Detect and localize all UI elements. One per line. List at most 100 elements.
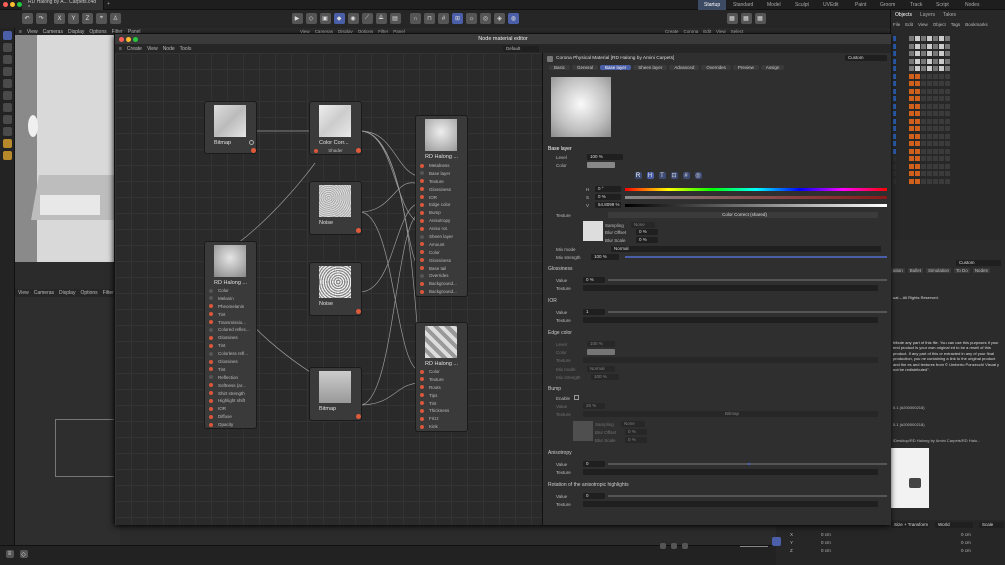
object-tag-icon[interactable] <box>939 36 944 41</box>
node-input-port[interactable]: Edge color <box>416 201 467 209</box>
object-row[interactable] <box>909 163 969 169</box>
preset-dropdown[interactable]: Default <box>503 45 539 52</box>
workspace-model[interactable]: Model <box>767 0 781 10</box>
object-tag-icon[interactable] <box>927 103 932 109</box>
object-tag-icon[interactable] <box>915 178 920 184</box>
node-input-port[interactable]: Sheen layer <box>416 233 467 241</box>
object-tag-icon[interactable] <box>945 96 950 101</box>
shader-port[interactable]: Shader <box>310 147 361 155</box>
object-row[interactable] <box>909 133 969 139</box>
light-icon[interactable]: ☼ <box>466 13 477 24</box>
object-tag-icon[interactable] <box>915 118 920 124</box>
object-tag-icon[interactable] <box>933 81 938 86</box>
object-tag-icon[interactable] <box>933 178 938 184</box>
object-tag-icon[interactable] <box>927 133 932 139</box>
coord-mode-dropdown[interactable]: Size + Transform <box>891 522 929 528</box>
tab-objects[interactable]: Objects <box>891 12 916 18</box>
edge-texture-slot[interactable] <box>583 357 878 363</box>
object-row[interactable] <box>909 156 969 161</box>
object-tag-icon[interactable] <box>939 163 944 169</box>
node-input-port[interactable]: Base layer <box>416 170 467 178</box>
zoom-slider[interactable] <box>740 546 768 547</box>
node-input-port[interactable]: Glossines <box>205 334 256 342</box>
node-input-port[interactable]: Glossiness <box>416 257 467 265</box>
attr-tab-overrides[interactable]: Overrides <box>701 65 731 70</box>
glossiness-texture-slot[interactable] <box>583 285 878 291</box>
snap-icon[interactable]: ⊓ <box>424 13 435 24</box>
object-tag-icon[interactable] <box>945 118 950 124</box>
level-field[interactable]: 100 % <box>587 154 623 160</box>
color-mode-wheel[interactable]: ◎ <box>694 172 702 179</box>
attr-tab-advanced[interactable]: Advanced <box>669 65 700 70</box>
object-tag-icon[interactable] <box>945 126 950 131</box>
workspace-paint[interactable]: Paint <box>855 0 866 10</box>
z-axis-icon[interactable]: Z <box>82 13 93 24</box>
sampling-dropdown[interactable]: None <box>631 222 655 228</box>
object-tag-icon[interactable] <box>921 103 926 109</box>
node-bitmap-2[interactable]: Bitmap <box>309 367 362 421</box>
object-tag-icon[interactable] <box>909 171 914 176</box>
object-tag-icon[interactable] <box>939 126 944 131</box>
node-input-port[interactable]: Tint <box>205 366 256 374</box>
object-tag-icon[interactable] <box>939 133 944 139</box>
object-tag-icon[interactable] <box>921 51 926 56</box>
paint-icon[interactable] <box>2 139 12 148</box>
vp-menu-view[interactable]: View <box>27 29 38 35</box>
rotation-texture-slot[interactable] <box>583 501 878 507</box>
output-port[interactable] <box>251 148 256 153</box>
object-tag-icon[interactable] <box>933 96 938 101</box>
mix-strength-slider[interactable] <box>625 256 887 258</box>
object-tag-icon[interactable] <box>909 141 914 146</box>
coord-space-dropdown[interactable]: World <box>935 522 973 528</box>
workspace-nodes[interactable]: Nodes <box>965 0 979 10</box>
attr-tab-preview[interactable]: Preview <box>732 65 759 70</box>
node-input-port[interactable]: Color <box>416 368 467 376</box>
tab-takes[interactable]: Takes <box>939 12 960 18</box>
object-row[interactable] <box>909 178 969 184</box>
model-mode-icon[interactable]: ◆ <box>333 13 345 24</box>
object-tag-icon[interactable] <box>915 133 920 139</box>
object-tag-icon[interactable] <box>945 81 950 86</box>
object-tag-icon[interactable] <box>933 156 938 161</box>
play-icon[interactable]: ▶ <box>291 13 303 24</box>
object-tag-icon[interactable] <box>945 58 950 64</box>
coord-value[interactable]: 0 cm <box>821 532 831 537</box>
output-port[interactable] <box>356 414 361 419</box>
object-tag-icon[interactable] <box>939 73 944 79</box>
point-icon[interactable] <box>2 127 12 136</box>
object-tag-icon[interactable] <box>927 73 932 79</box>
node-input-port[interactable]: Anisotropy <box>416 217 467 225</box>
node-noise-2[interactable]: Noise <box>309 262 362 316</box>
obj-menu-object[interactable]: Object <box>933 22 946 27</box>
attr-tab-sheen-layer[interactable]: Sheen layer <box>633 65 668 70</box>
brush-icon[interactable] <box>2 151 12 160</box>
object-tag-icon[interactable] <box>921 36 926 41</box>
object-tag-icon[interactable] <box>921 58 926 64</box>
object-tag-icon[interactable] <box>933 171 938 176</box>
object-tag-icon[interactable] <box>909 111 914 116</box>
object-row[interactable] <box>909 103 969 109</box>
cube-outline-icon[interactable]: ◇ <box>305 13 317 24</box>
object-tag-icon[interactable] <box>915 58 920 64</box>
color-swatch[interactable] <box>587 162 615 168</box>
node-input-port[interactable]: Tint <box>416 400 467 408</box>
object-row[interactable] <box>909 58 969 64</box>
x-axis-icon[interactable]: X <box>54 13 65 24</box>
object-row[interactable] <box>909 118 969 124</box>
object-tag-icon[interactable] <box>933 148 938 154</box>
node-input-port[interactable]: Shirt strength <box>205 390 256 398</box>
object-tag-icon[interactable] <box>933 118 938 124</box>
nurbs-icon[interactable]: ⟁ <box>375 13 387 24</box>
obj-menu-view[interactable]: View <box>918 22 928 27</box>
workspace-uvedit[interactable]: UVEdit <box>823 0 839 10</box>
nme-menu-node[interactable]: Node <box>163 46 175 52</box>
node-rd-halong-hair[interactable]: RD Halong ... Color Melanin Pheomelanin Tin… <box>204 241 257 429</box>
object-tag-icon[interactable] <box>921 141 926 146</box>
view-grid-icon[interactable] <box>659 543 666 549</box>
object-tag-icon[interactable] <box>933 66 938 71</box>
object-tag-icon[interactable] <box>909 58 914 64</box>
coord-value[interactable]: 0 cm <box>961 548 971 553</box>
object-tag-icon[interactable] <box>945 133 950 139</box>
fit-icon[interactable] <box>771 537 781 546</box>
obj-menu-tags[interactable]: Tags <box>951 22 961 27</box>
